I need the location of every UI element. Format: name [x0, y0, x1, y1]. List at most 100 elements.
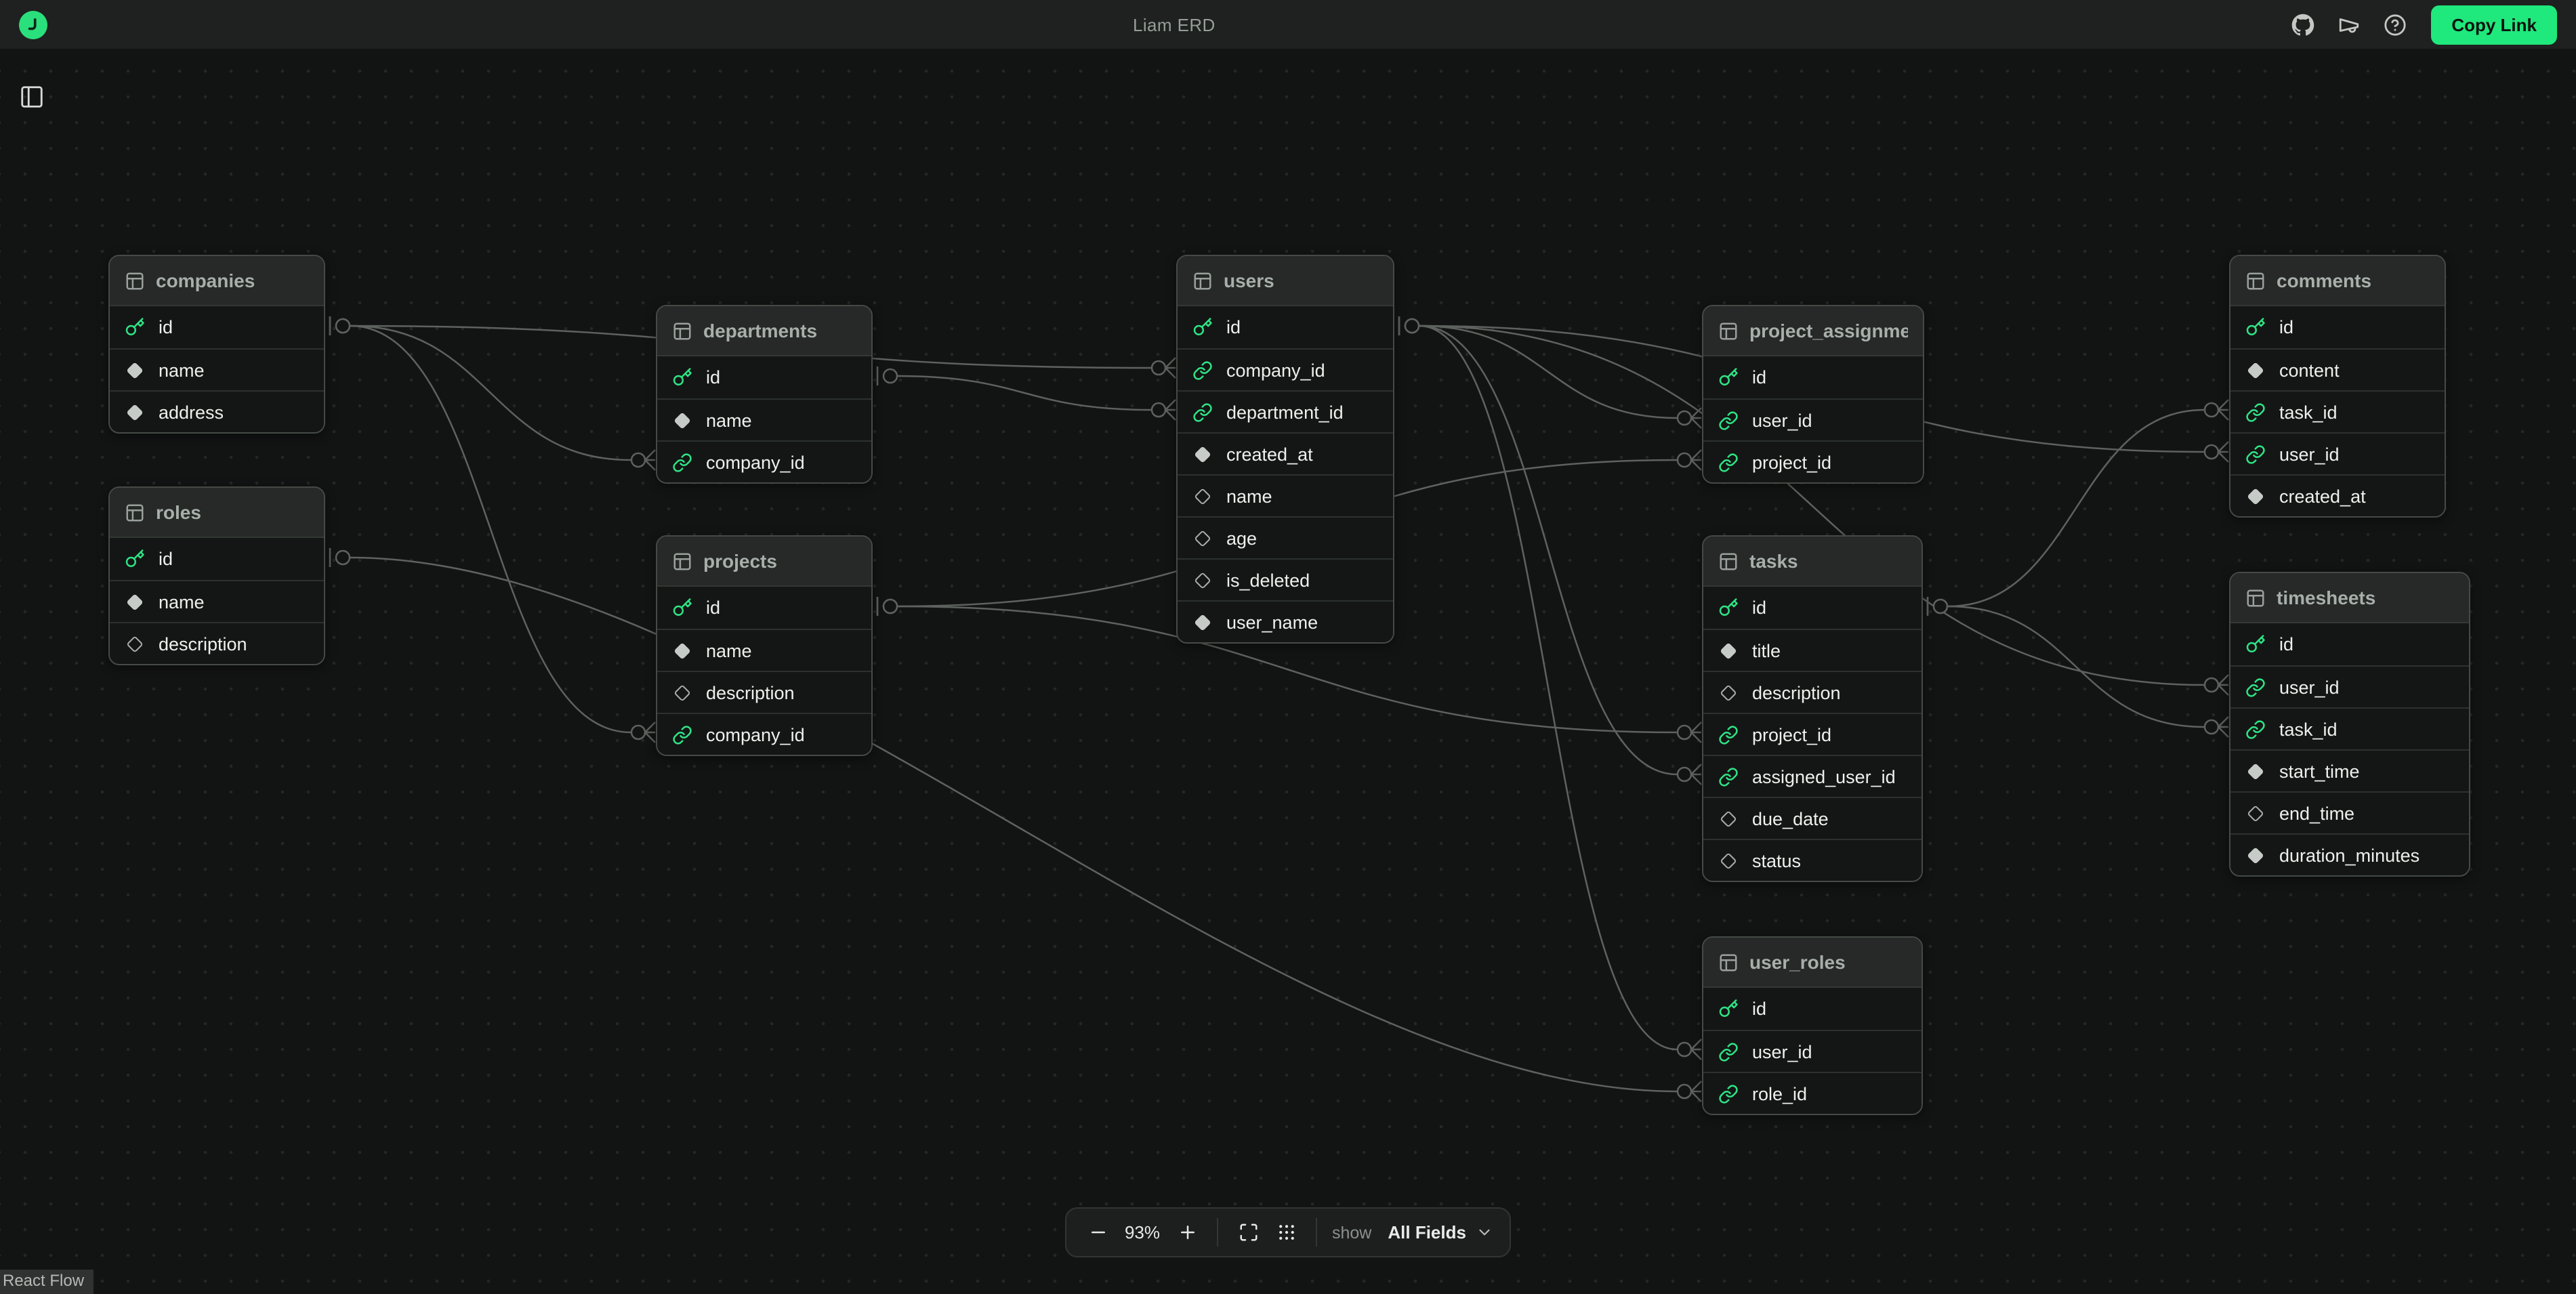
table-companies[interactable]: companiesid name address: [108, 255, 325, 434]
not-null-diamond-icon: [2247, 361, 2264, 378]
column-row[interactable]: user_id: [1703, 398, 1923, 440]
column-row[interactable]: title: [1703, 629, 1921, 671]
table-tasks[interactable]: tasksidtitledescriptionproject_idassigne…: [1702, 535, 1923, 882]
relationship-edge-users-user_roles[interactable]: [1399, 316, 1701, 1060]
column-row[interactable]: company_id: [657, 440, 871, 482]
column-row[interactable]: address: [110, 390, 324, 432]
column-row[interactable]: project_id: [1703, 713, 1921, 755]
column-row[interactable]: task_id: [2230, 707, 2469, 749]
column-name: project_id: [1752, 452, 1831, 472]
column-row[interactable]: id: [2230, 306, 2445, 348]
column-row[interactable]: user_id: [2230, 665, 2469, 707]
relationship-edge-companies-projects[interactable]: [330, 316, 655, 743]
column-row[interactable]: project_id: [1703, 440, 1923, 482]
react-flow-attribution[interactable]: React Flow: [0, 1270, 94, 1294]
table-header[interactable]: tasks: [1703, 537, 1921, 587]
relationship-edge-roles-user_roles[interactable]: [330, 548, 1701, 1102]
column-row[interactable]: user_id: [2230, 432, 2445, 474]
table-project_assignments[interactable]: project_assignme...id user_id project_id: [1702, 305, 1924, 484]
column-row[interactable]: content: [2230, 348, 2445, 390]
zoom-in-button[interactable]: [1169, 1215, 1205, 1250]
table-comments[interactable]: commentsidcontenttask_iduser_idcreated_a…: [2229, 255, 2446, 518]
column-row[interactable]: created_at: [2230, 474, 2445, 516]
table-header[interactable]: companies: [110, 256, 324, 306]
column-type-icon-wrap: [2245, 486, 2266, 506]
fields-filter-value: All Fields: [1388, 1222, 1466, 1243]
fit-view-button[interactable]: [1230, 1215, 1266, 1250]
relationship-edge-companies-departments[interactable]: [330, 316, 655, 470]
sidebar-toggle-button[interactable]: [15, 80, 47, 112]
column-row[interactable]: end_time: [2230, 791, 2469, 833]
column-row[interactable]: name: [657, 629, 871, 671]
table-header[interactable]: departments: [657, 306, 871, 356]
column-type-icon-wrap: [125, 317, 145, 337]
column-row[interactable]: task_id: [2230, 390, 2445, 432]
column-row[interactable]: created_at: [1178, 432, 1393, 474]
table-header[interactable]: user_roles: [1703, 938, 1921, 988]
column-row[interactable]: user_name: [1178, 600, 1393, 642]
column-row[interactable]: company_id: [657, 713, 871, 755]
column-row[interactable]: start_time: [2230, 749, 2469, 791]
column-row[interactable]: description: [110, 622, 324, 664]
column-row[interactable]: department_id: [1178, 390, 1393, 432]
tidy-up-button[interactable]: [1268, 1215, 1304, 1250]
help-button[interactable]: [2374, 4, 2415, 45]
table-header[interactable]: roles: [110, 488, 324, 538]
column-row[interactable]: id: [110, 306, 324, 348]
column-type-icon-wrap: [1718, 1083, 1739, 1104]
column-row[interactable]: name: [1178, 474, 1393, 516]
column-row[interactable]: name: [657, 398, 871, 440]
column-row[interactable]: id: [110, 538, 324, 580]
column-row[interactable]: status: [1703, 839, 1921, 881]
table-departments[interactable]: departmentsidnamecompany_id: [656, 305, 873, 484]
column-row[interactable]: description: [657, 671, 871, 713]
column-row[interactable]: is_deleted: [1178, 558, 1393, 600]
table-header[interactable]: project_assignme...: [1703, 306, 1923, 356]
column-type-icon-wrap: [125, 591, 145, 612]
table-user_roles[interactable]: user_rolesiduser_idrole_id: [1702, 936, 1923, 1115]
column-row[interactable]: id: [1703, 356, 1923, 398]
column-row[interactable]: id: [1703, 988, 1921, 1030]
table-users[interactable]: usersidcompany_iddepartment_idcreated_at…: [1176, 255, 1394, 644]
relationship-edge-tasks-timesheets[interactable]: [1928, 597, 2228, 737]
column-name: name: [159, 360, 205, 380]
relationship-edge-users-tasks[interactable]: [1399, 316, 1701, 785]
release-notes-button[interactable]: [2328, 4, 2369, 45]
table-roles[interactable]: rolesidnamedescription: [108, 486, 325, 665]
column-name: name: [706, 640, 752, 661]
column-row[interactable]: id: [2230, 623, 2469, 665]
column-row[interactable]: name: [110, 348, 324, 390]
fields-filter-dropdown[interactable]: All Fields: [1385, 1222, 1496, 1243]
table-timesheets[interactable]: timesheetsiduser_idtask_idstart_timeend_…: [2229, 572, 2470, 877]
column-type-icon-wrap: [2245, 360, 2266, 380]
github-button[interactable]: [2282, 4, 2323, 45]
column-row[interactable]: company_id: [1178, 348, 1393, 390]
column-row[interactable]: role_id: [1703, 1072, 1921, 1114]
column-row[interactable]: user_id: [1703, 1030, 1921, 1072]
table-header[interactable]: timesheets: [2230, 573, 2469, 623]
column-row[interactable]: name: [110, 580, 324, 622]
liam-logo[interactable]: [19, 10, 47, 39]
column-row[interactable]: duration_minutes: [2230, 833, 2469, 875]
column-row[interactable]: id: [1703, 587, 1921, 629]
table-header[interactable]: users: [1178, 256, 1393, 306]
github-icon: [2291, 13, 2314, 36]
relationship-edge-departments-users[interactable]: [877, 367, 1176, 420]
column-row[interactable]: due_date: [1703, 797, 1921, 839]
column-row[interactable]: id: [657, 356, 871, 398]
table-header[interactable]: projects: [657, 537, 871, 587]
column-row[interactable]: id: [1178, 306, 1393, 348]
table-projects[interactable]: projectsid name descriptioncompany_id: [656, 535, 873, 756]
table-header[interactable]: comments: [2230, 256, 2445, 306]
erd-canvas[interactable]: 93% show All Fields: [0, 0, 2576, 1294]
relationship-edges-layer: [0, 0, 2576, 1294]
column-name: user_id: [1752, 410, 1812, 430]
column-row[interactable]: age: [1178, 516, 1393, 558]
copy-link-button[interactable]: Copy Link: [2431, 5, 2557, 44]
table-name: user_roles: [1749, 951, 1846, 973]
column-type-icon-wrap: [125, 549, 145, 569]
zoom-out-button[interactable]: [1080, 1215, 1115, 1250]
column-row[interactable]: id: [657, 587, 871, 629]
column-row[interactable]: assigned_user_id: [1703, 755, 1921, 797]
column-row[interactable]: description: [1703, 671, 1921, 713]
